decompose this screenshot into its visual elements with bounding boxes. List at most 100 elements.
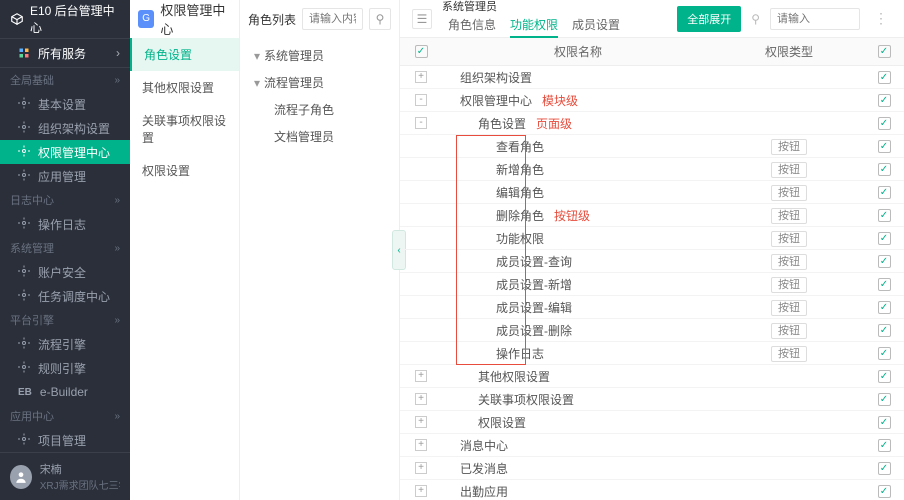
expand-icon[interactable]: + <box>415 370 427 382</box>
tab[interactable]: 角色信息 <box>448 14 496 38</box>
tree-node[interactable]: ▾流程管理员 <box>240 69 399 96</box>
checkbox[interactable]: ✓ <box>878 393 891 406</box>
table-row: + 组织架构设置 ✓ <box>400 66 904 89</box>
sidebar-user[interactable]: 宋楠 XRJ需求团队七三零 <box>0 452 130 500</box>
brand-title: E10 后台管理中心 <box>30 2 120 36</box>
table-row: + 已发消息 ✓ <box>400 457 904 480</box>
more-icon[interactable]: ⋮ <box>870 10 892 27</box>
checkbox-all[interactable]: ✓ <box>415 45 428 58</box>
table-row: + 关联事项权限设置 ✓ <box>400 388 904 411</box>
perm-label: 新增角色 <box>496 163 544 177</box>
table-row: 成员设置-编辑 按钮 ✓ <box>400 296 904 319</box>
type-badge: 按钮 <box>771 254 807 270</box>
main-header: ☰ 系统管理员 角色信息功能权限成员设置 全部展开 ⚲ ⋮ <box>400 0 904 38</box>
menu-icon <box>18 337 30 352</box>
perm-label: 消息中心 <box>460 439 508 453</box>
role-list-label: 角色列表 <box>248 11 296 28</box>
expand-icon[interactable]: - <box>415 94 427 106</box>
tree-node[interactable]: ▾系统管理员 <box>240 42 399 69</box>
menu-icon <box>18 361 30 376</box>
sidebar-item[interactable]: 组织架构设置 <box>0 116 130 140</box>
sidebar-group: 应用中心» <box>0 404 130 428</box>
checkbox-all-right[interactable]: ✓ <box>878 45 891 58</box>
module-menu-item[interactable]: 关联事项权限设置 <box>130 104 239 154</box>
sidebar-item[interactable]: 规则引擎 <box>0 356 130 380</box>
perm-label: 权限设置 <box>478 416 526 430</box>
tab[interactable]: 功能权限 <box>510 14 558 38</box>
annotation-module: 模块级 <box>532 94 578 108</box>
perm-label: 成员设置-编辑 <box>496 301 572 315</box>
type-badge: 按钮 <box>771 208 807 224</box>
module-menu-item[interactable]: 权限设置 <box>130 154 239 187</box>
checkbox[interactable]: ✓ <box>878 163 891 176</box>
type-badge: 按钮 <box>771 231 807 247</box>
expand-icon[interactable]: + <box>415 393 427 405</box>
tree-node[interactable]: 文档管理员 <box>240 123 399 150</box>
tab[interactable]: 成员设置 <box>572 14 620 38</box>
perm-label: 成员设置-新增 <box>496 278 572 292</box>
checkbox[interactable]: ✓ <box>878 255 891 268</box>
perm-label: 其他权限设置 <box>478 370 550 384</box>
table-row: + 其他权限设置 ✓ <box>400 365 904 388</box>
sidebar-item[interactable]: 操作日志 <box>0 212 130 236</box>
sidebar-all-services[interactable]: 所有服务 › <box>0 38 130 68</box>
menu-icon <box>18 217 30 232</box>
breadcrumb-icon: ☰ <box>412 9 432 29</box>
permission-search-input[interactable] <box>770 8 860 30</box>
table-row: 功能权限 按钮 ✓ <box>400 227 904 250</box>
expand-icon[interactable]: - <box>415 117 427 129</box>
role-search-input[interactable] <box>302 8 363 30</box>
tree-node[interactable]: 流程子角色 <box>240 96 399 123</box>
perm-label: 操作日志 <box>496 347 544 361</box>
expand-icon[interactable]: + <box>415 439 427 451</box>
table-row: 成员设置-删除 按钮 ✓ <box>400 319 904 342</box>
table-row: 成员设置-查询 按钮 ✓ <box>400 250 904 273</box>
th-name: 权限名称 <box>442 43 714 60</box>
annotation-button: 按钮级 <box>544 209 590 223</box>
sidebar: E10 后台管理中心 所有服务 › 全局基础»基本设置组织架构设置权限管理中心应… <box>0 0 130 500</box>
sidebar-item[interactable]: EBe-Builder <box>0 380 130 404</box>
expand-icon[interactable]: + <box>415 462 427 474</box>
module-menu-item[interactable]: 角色设置 <box>130 38 239 71</box>
perm-label: 权限管理中心 <box>460 94 532 108</box>
checkbox[interactable]: ✓ <box>878 186 891 199</box>
module-menu: G 权限管理中心 角色设置其他权限设置关联事项权限设置权限设置 <box>130 0 240 500</box>
checkbox[interactable]: ✓ <box>878 462 891 475</box>
checkbox[interactable]: ✓ <box>878 370 891 383</box>
checkbox[interactable]: ✓ <box>878 324 891 337</box>
search-icon[interactable]: ⚲ <box>369 8 391 30</box>
checkbox[interactable]: ✓ <box>878 94 891 107</box>
checkbox[interactable]: ✓ <box>878 71 891 84</box>
module-menu-item[interactable]: 其他权限设置 <box>130 71 239 104</box>
checkbox[interactable]: ✓ <box>878 301 891 314</box>
table-row: 删除角色按钮级 按钮 ✓ <box>400 204 904 227</box>
checkbox[interactable]: ✓ <box>878 209 891 222</box>
sidebar-item[interactable]: 项目管理 <box>0 428 130 452</box>
perm-label: 关联事项权限设置 <box>478 393 574 407</box>
sidebar-item[interactable]: 账户安全 <box>0 260 130 284</box>
sidebar-item[interactable]: 应用管理 <box>0 164 130 188</box>
checkbox[interactable]: ✓ <box>878 117 891 130</box>
checkbox[interactable]: ✓ <box>878 485 891 498</box>
sidebar-item[interactable]: 权限管理中心 <box>0 140 130 164</box>
table-row: 查看角色 按钮 ✓ <box>400 135 904 158</box>
sidebar-item[interactable]: 基本设置 <box>0 92 130 116</box>
sidebar-group: 全局基础» <box>0 68 130 92</box>
expand-icon[interactable]: + <box>415 416 427 428</box>
type-badge: 按钮 <box>771 139 807 155</box>
sidebar-item[interactable]: 任务调度中心 <box>0 284 130 308</box>
checkbox[interactable]: ✓ <box>878 416 891 429</box>
expand-icon[interactable]: + <box>415 485 427 497</box>
expand-all-button[interactable]: 全部展开 <box>677 6 741 32</box>
table-row: - 角色设置页面级 ✓ <box>400 112 904 135</box>
expand-icon[interactable]: + <box>415 71 427 83</box>
sidebar-item[interactable]: 流程引擎 <box>0 332 130 356</box>
type-badge: 按钮 <box>771 346 807 362</box>
checkbox[interactable]: ✓ <box>878 439 891 452</box>
perm-label: 删除角色 <box>496 209 544 223</box>
checkbox[interactable]: ✓ <box>878 278 891 291</box>
checkbox[interactable]: ✓ <box>878 140 891 153</box>
user-name: 宋楠 <box>40 461 120 477</box>
checkbox[interactable]: ✓ <box>878 232 891 245</box>
checkbox[interactable]: ✓ <box>878 347 891 360</box>
